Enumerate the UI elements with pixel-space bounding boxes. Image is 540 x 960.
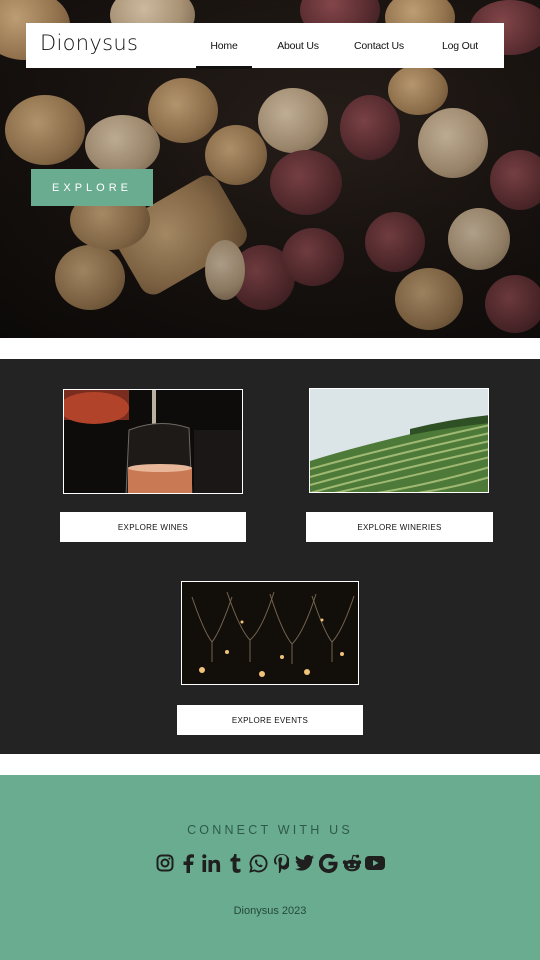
facebook-icon[interactable] xyxy=(178,853,198,873)
explore-wineries-button[interactable]: EXPLORE WINERIES xyxy=(306,512,493,542)
wine-pour-image xyxy=(64,390,242,493)
vineyard-image xyxy=(310,389,488,492)
connect-heading: CONNECT WITH US xyxy=(187,823,353,837)
explore-events-button[interactable]: EXPLORE EVENTS xyxy=(177,705,363,735)
reddit-icon[interactable] xyxy=(342,853,362,873)
tumblr-icon[interactable] xyxy=(225,853,245,873)
navigation-bar: Dionysus Home About Us Contact Us Log Ou… xyxy=(26,23,504,69)
vineyard-photo[interactable] xyxy=(309,388,489,493)
wine-glasses-image xyxy=(182,582,358,684)
social-links xyxy=(155,851,385,875)
instagram-icon[interactable] xyxy=(155,853,175,873)
nav-log-out[interactable]: Log Out xyxy=(436,23,484,68)
hero-banner: Dionysus Home About Us Contact Us Log Ou… xyxy=(0,0,540,338)
explore-button[interactable]: EXPLORE xyxy=(31,169,153,206)
wine-pour-photo[interactable] xyxy=(63,389,243,494)
nav-home[interactable]: Home xyxy=(196,23,252,69)
site-logo[interactable]: Dionysus xyxy=(40,31,138,55)
twitter-icon[interactable] xyxy=(295,853,315,873)
wine-glasses-photo[interactable] xyxy=(181,581,359,685)
youtube-icon[interactable] xyxy=(364,853,385,873)
nav-about-us[interactable]: About Us xyxy=(272,23,324,68)
footer: CONNECT WITH US Dionysus 2023 xyxy=(0,775,540,960)
whatsapp-icon[interactable] xyxy=(248,853,268,873)
linkedin-icon[interactable] xyxy=(202,853,222,873)
copyright-text: Dionysus 2023 xyxy=(233,905,307,917)
pinterest-icon[interactable] xyxy=(272,853,292,873)
explore-wines-button[interactable]: EXPLORE WINES xyxy=(60,512,246,542)
google-icon[interactable] xyxy=(318,853,338,873)
nav-contact-us[interactable]: Contact Us xyxy=(348,23,410,68)
explore-section: EXPLORE WINES EXPLORE WINERIES EXPLORE E… xyxy=(0,359,540,754)
